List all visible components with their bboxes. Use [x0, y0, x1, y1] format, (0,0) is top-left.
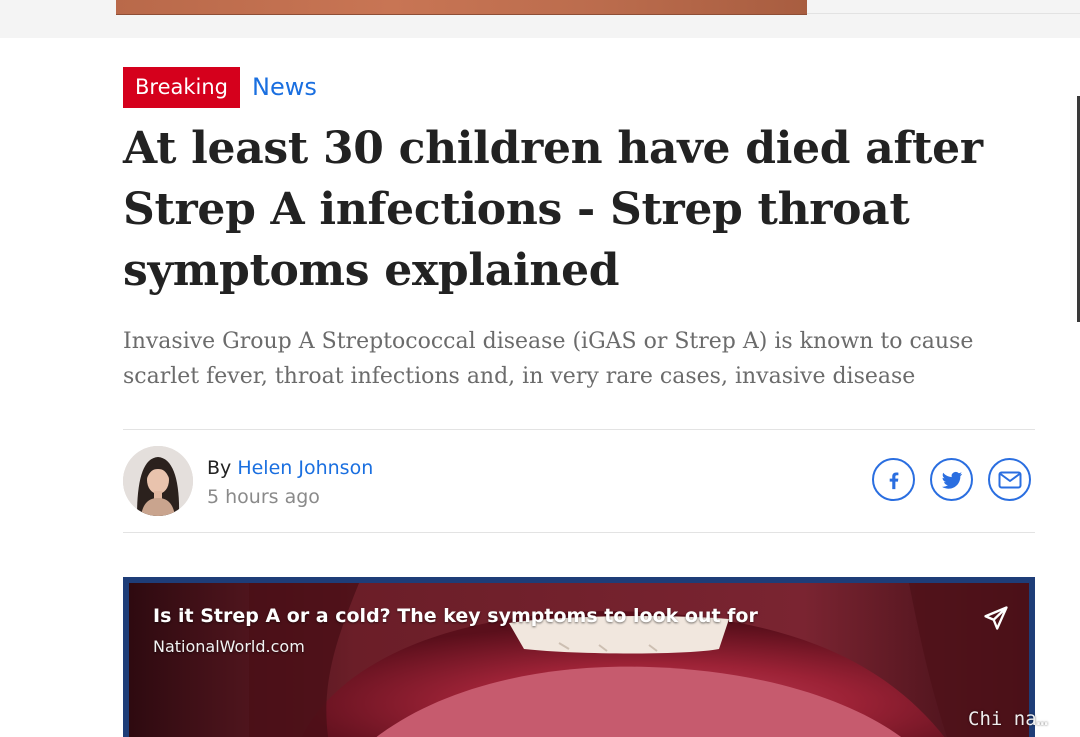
top-advert-image[interactable] — [116, 0, 807, 15]
watermark: Chi na… — [968, 708, 1049, 730]
publish-timestamp: 5 hours ago — [207, 486, 320, 508]
video-thumbnail[interactable]: Is it Strep A or a cold? The key symptom… — [129, 583, 1029, 737]
video-share-button[interactable] — [981, 603, 1011, 633]
article-standfirst: Invasive Group A Streptococcal disease (… — [123, 329, 974, 389]
breaking-badge: Breaking — [123, 67, 241, 108]
author-link[interactable]: Helen Johnson — [237, 457, 373, 479]
section-link-news[interactable]: News — [252, 67, 317, 108]
video-title[interactable]: Is it Strep A or a cold? The key symptom… — [153, 605, 758, 627]
divider — [123, 532, 1035, 533]
video-player[interactable]: Is it Strep A or a cold? The key symptom… — [123, 577, 1035, 737]
video-source: NationalWorld.com — [153, 637, 305, 656]
byline: By Helen Johnson — [207, 455, 373, 481]
article-headline: At least 30 children have died after Str… — [123, 123, 983, 296]
avatar[interactable] — [123, 446, 193, 516]
avatar-portrait — [123, 446, 193, 516]
facebook-icon — [889, 471, 898, 489]
divider — [807, 13, 1080, 14]
twitter-icon — [941, 471, 962, 489]
byline-prefix: By — [207, 457, 232, 479]
share-buttons — [872, 458, 1031, 501]
article-labels: Breaking News — [123, 67, 317, 108]
share-email-button[interactable] — [988, 458, 1031, 501]
share-twitter-button[interactable] — [930, 458, 973, 501]
divider — [123, 429, 1035, 430]
email-icon — [998, 471, 1021, 488]
share-facebook-button[interactable] — [872, 458, 915, 501]
send-icon — [984, 606, 1008, 630]
